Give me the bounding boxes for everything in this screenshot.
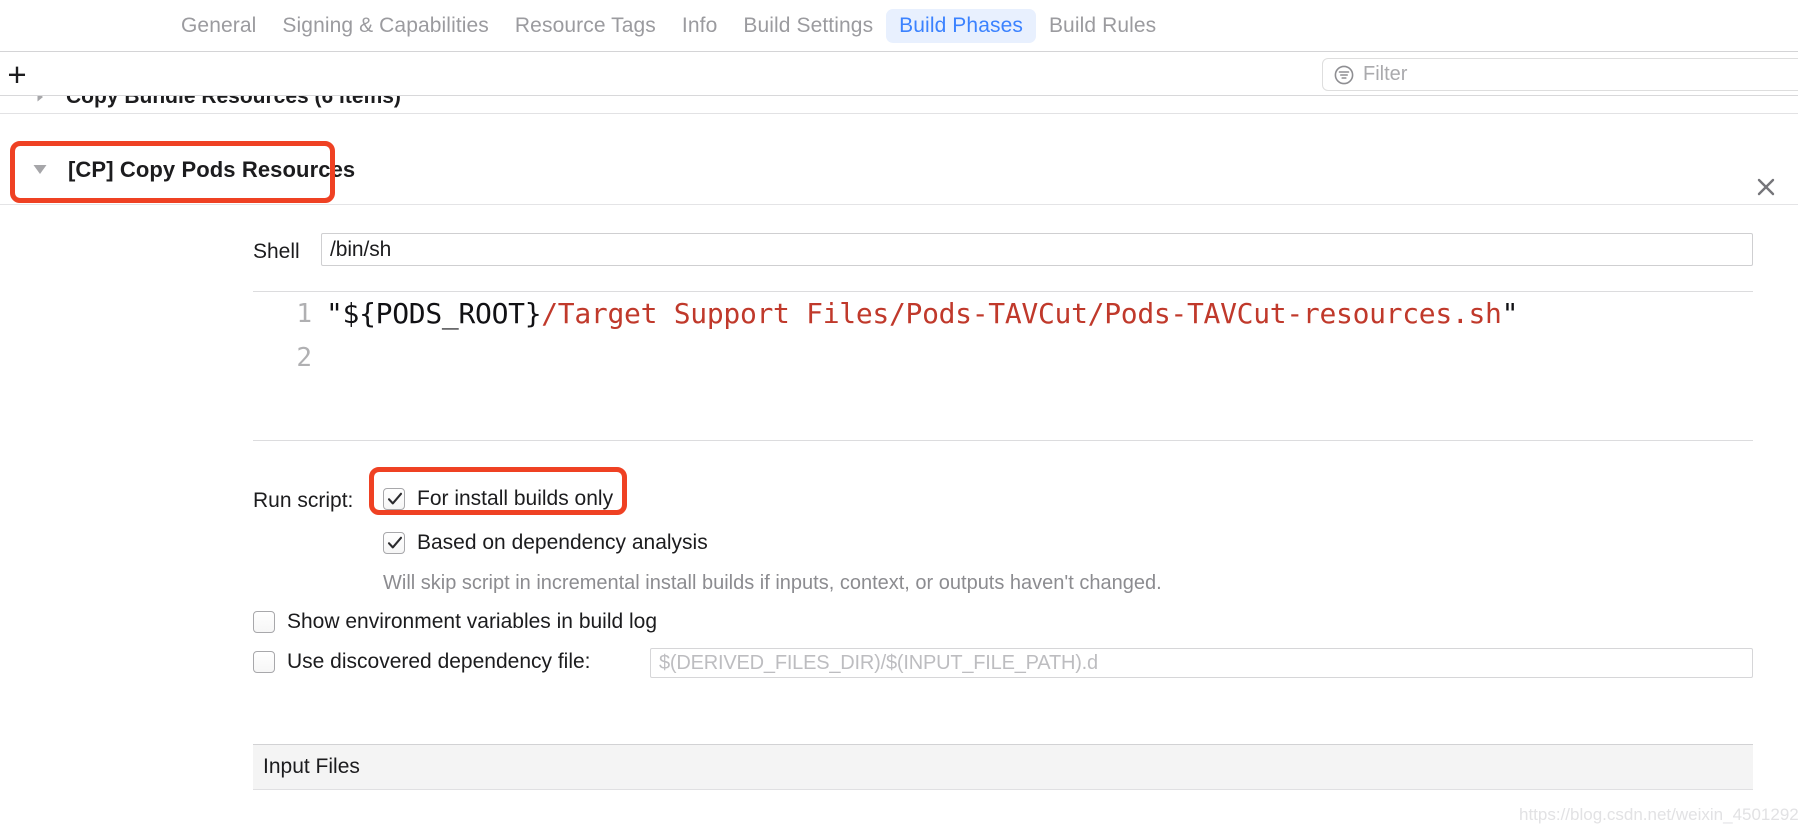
dependency-file-placeholder: $(DERIVED_FILES_DIR)/$(INPUT_FILE_PATH).…	[659, 651, 1098, 674]
phase-row-divider	[0, 113, 1798, 114]
checkbox-label-use-discovered-dependency-file: Use discovered dependency file:	[287, 650, 591, 673]
checkbox-for-install-builds-only[interactable]	[383, 488, 405, 510]
dependency-analysis-hint: Will skip script in incremental install …	[383, 572, 1162, 594]
checkbox-row-based-on-dependency-analysis[interactable]: Based on dependency analysis	[383, 531, 708, 555]
checkbox-use-discovered-dependency-file[interactable]	[253, 651, 275, 673]
chevron-right-icon[interactable]	[32, 96, 48, 105]
script-editor[interactable]: 1 "${PODS_ROOT}/Target Support Files/Pod…	[253, 291, 1753, 441]
code-line-content[interactable]: "${PODS_ROOT}/Target Support Files/Pods-…	[326, 292, 1518, 336]
tab-build-phases[interactable]: Build Phases	[886, 9, 1036, 43]
run-script-label: Run script:	[253, 489, 354, 512]
tab-general[interactable]: General	[168, 9, 269, 43]
phase-title-previous: Copy Bundle Resources (6 items)	[66, 96, 401, 108]
code-line: 1 "${PODS_ROOT}/Target Support Files/Pod…	[253, 292, 1753, 336]
shell-label: Shell	[253, 240, 300, 263]
checkbox-row-use-discovered-dependency-file[interactable]: Use discovered dependency file:	[253, 650, 591, 674]
checkbox-label-show-environment-variables: Show environment variables in build log	[287, 610, 658, 633]
checkbox-based-on-dependency-analysis[interactable]	[383, 532, 405, 554]
checkbox-label-based-on-dependency-analysis: Based on dependency analysis	[417, 531, 708, 554]
tab-signing-capabilities[interactable]: Signing & Capabilities	[269, 9, 502, 43]
chevron-down-icon[interactable]	[31, 161, 49, 177]
phase-row-copy-bundle-resources[interactable]: Copy Bundle Resources (6 items)	[0, 96, 1798, 114]
filter-input[interactable]: Filter	[1322, 58, 1798, 91]
checkmark-icon	[387, 492, 403, 505]
checkbox-label-for-install-builds-only: For install builds only	[417, 487, 614, 510]
line-number: 1	[296, 299, 312, 329]
shell-value: /bin/sh	[330, 237, 392, 261]
input-files-section-header[interactable]: Input Files	[253, 745, 1753, 789]
code-token-path: /Target Support Files/Pods-TAVCut/Pods-T…	[541, 297, 1502, 330]
close-icon[interactable]	[1754, 175, 1778, 199]
shell-row: Shell /bin/sh	[0, 233, 1798, 269]
code-token-quote-open: "${PODS_ROOT}	[326, 297, 542, 330]
code-line: 2	[253, 336, 1753, 380]
phase-header-divider	[0, 204, 1798, 205]
phase-title: [CP] Copy Pods Resources	[68, 157, 356, 182]
checkmark-icon	[387, 536, 403, 549]
phases-toolbar: + Filter	[0, 52, 1798, 96]
tab-build-rules[interactable]: Build Rules	[1036, 9, 1169, 43]
input-files-bottom-divider	[253, 789, 1753, 790]
phase-header-copy-pods-resources[interactable]: [CP] Copy Pods Resources	[0, 137, 1798, 201]
checkbox-show-environment-variables[interactable]	[253, 611, 275, 633]
tab-build-settings[interactable]: Build Settings	[730, 9, 886, 43]
configuration-tab-bar: General Signing & Capabilities Resource …	[0, 0, 1798, 52]
tab-info[interactable]: Info	[669, 9, 730, 43]
checkbox-row-show-environment-variables[interactable]: Show environment variables in build log	[253, 610, 657, 634]
input-files-title: Input Files	[263, 755, 360, 778]
filter-icon	[1334, 65, 1354, 84]
tab-resource-tags[interactable]: Resource Tags	[502, 9, 669, 43]
shell-input[interactable]: /bin/sh	[321, 233, 1753, 266]
plus-icon[interactable]: +	[0, 56, 34, 92]
checkbox-row-for-install-builds-only[interactable]: For install builds only	[383, 487, 613, 511]
dependency-file-input[interactable]: $(DERIVED_FILES_DIR)/$(INPUT_FILE_PATH).…	[650, 648, 1753, 678]
filter-placeholder: Filter	[1363, 63, 1408, 85]
code-token-quote-close: "	[1501, 297, 1519, 330]
watermark: https://blog.csdn.net/weixin_45012928	[1519, 805, 1798, 824]
line-number: 2	[296, 343, 312, 373]
